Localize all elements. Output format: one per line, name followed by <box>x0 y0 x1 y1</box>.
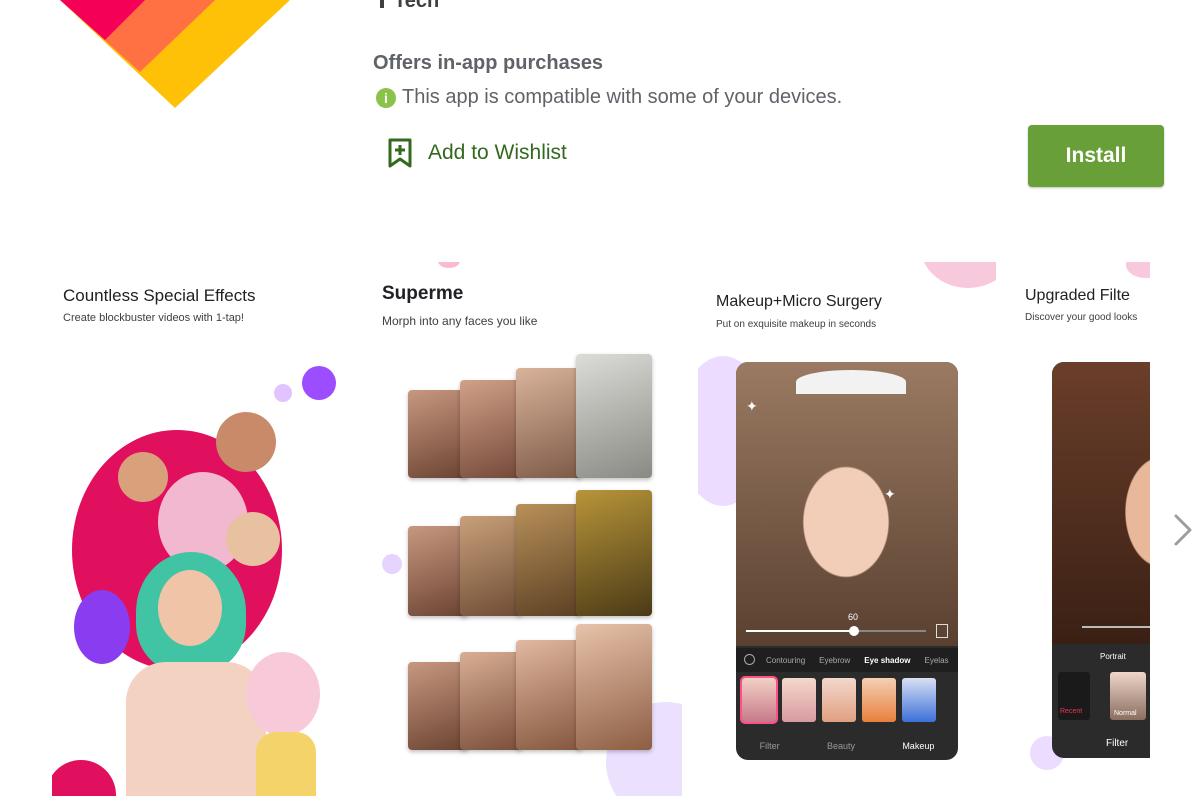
screenshot-subtitle: Put on exquisite makeup in seconds <box>716 319 877 330</box>
tab-filter[interactable]: Filter <box>760 741 780 751</box>
category-contouring[interactable]: Contouring <box>766 656 805 665</box>
sparkle-icon: ✦ <box>746 398 758 414</box>
compat-text: This app is compatible with some of your… <box>402 86 843 108</box>
category-eyebrow[interactable]: Eyebrow <box>819 656 850 665</box>
tab-beauty[interactable]: Beauty <box>827 741 855 751</box>
decorative-circle <box>1126 262 1150 278</box>
decorative-circle <box>438 262 460 268</box>
sparkle-icon: ✦ <box>884 486 896 502</box>
screenshot-2[interactable]: Superme Morph into any faces you like <box>366 262 682 796</box>
screenshot-title: Upgraded Filte <box>1025 287 1130 304</box>
app-logo <box>0 0 340 120</box>
slider-fill <box>746 630 854 632</box>
wishlist-label: Add to Wishlist <box>428 141 567 164</box>
filter-recent[interactable]: Recent <box>1058 672 1090 720</box>
slider-thumb[interactable] <box>849 626 859 636</box>
offers-in-app-purchases: Offers in-app purchases <box>373 52 604 74</box>
screenshot-title: Countless Special Effects <box>63 286 256 305</box>
screenshot-1[interactable]: Countless Special Effects Create blockbu… <box>52 262 346 796</box>
collage-image <box>96 352 320 796</box>
screenshot-4[interactable]: Upgraded Filte Discover your good looks … <box>1010 262 1150 796</box>
decorative-circle <box>920 262 996 288</box>
portrait-photo <box>736 362 958 646</box>
category-eye-shadow[interactable]: Eye shadow <box>864 656 910 665</box>
intensity-slider[interactable]: 60 <box>746 612 926 636</box>
compatibility-notice: i This app is compatible with some of yo… <box>376 86 842 109</box>
slider-track[interactable] <box>1082 626 1150 628</box>
category-eyelash[interactable]: Eyelas <box>925 656 949 665</box>
screenshot-3[interactable]: Makeup+Micro Surgery Put on exquisite ma… <box>698 262 996 796</box>
bookmark-plus-icon <box>388 138 412 168</box>
screenshot-subtitle: Discover your good looks <box>1025 312 1138 323</box>
swatch[interactable] <box>822 678 856 722</box>
next-screenshot-button[interactable] <box>1168 508 1198 552</box>
swatch[interactable] <box>740 676 778 724</box>
slider-value: 60 <box>848 612 859 622</box>
swatch[interactable] <box>782 678 816 722</box>
bottom-tabs: Filter Beauty Makeup <box>736 734 958 758</box>
tab-makeup[interactable]: Makeup <box>902 741 934 751</box>
phone-mockup: ✦ ✦ 60 Contouring Eyebrow Eye shadow Eye… <box>736 362 958 760</box>
tab-portrait[interactable]: Portrait <box>1100 652 1126 661</box>
phone-mockup: Portrait Recent Normal Filter <box>1052 362 1150 758</box>
info-icon: i <box>376 87 396 108</box>
compare-icon[interactable] <box>936 624 948 638</box>
install-button[interactable]: Install <box>1028 125 1164 187</box>
portrait-photo <box>1052 362 1150 644</box>
screenshot-title: Makeup+Micro Surgery <box>716 293 882 310</box>
filter-normal[interactable]: Normal <box>1110 672 1146 720</box>
swatch[interactable] <box>862 678 896 722</box>
screenshot-title: Superme <box>382 283 464 304</box>
developer-name-partial[interactable]: Tech <box>380 0 439 13</box>
eye-shadow-swatches <box>740 676 958 724</box>
chevron-right-icon <box>1174 514 1192 546</box>
flag-icon <box>380 0 384 8</box>
decorative-circle <box>382 554 402 574</box>
tab-filter[interactable]: Filter <box>1106 738 1128 749</box>
screenshot-subtitle: Create blockbuster videos with 1-tap! <box>63 312 244 324</box>
filter-tabs: Portrait <box>1100 652 1126 661</box>
category-bar: Contouring Eyebrow Eye shadow Eyelas <box>736 648 958 672</box>
screenshot-subtitle: Morph into any faces you like <box>382 314 538 328</box>
swatch[interactable] <box>902 678 936 722</box>
add-to-wishlist-button[interactable]: Add to Wishlist <box>386 137 567 169</box>
tiara <box>796 370 906 394</box>
reset-icon[interactable] <box>744 654 755 665</box>
